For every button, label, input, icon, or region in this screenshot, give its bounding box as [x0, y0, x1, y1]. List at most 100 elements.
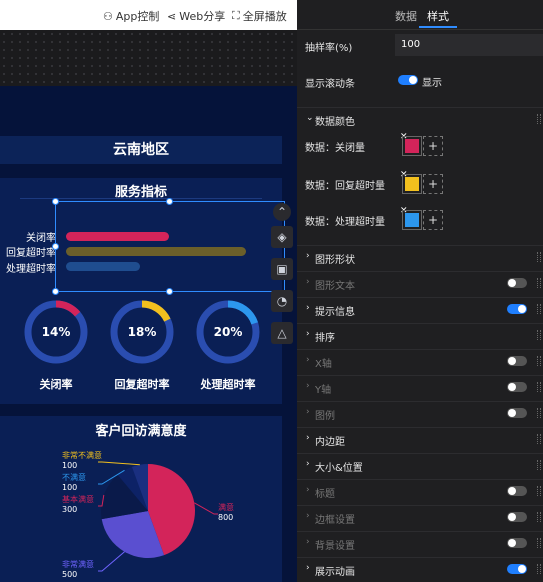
satisfaction-panel[interactable]: 客户回访满意度 满意 800 非常满意 500 基本满意 300 不满意 100 非常不满意 10… [0, 416, 282, 582]
resize-handle-t[interactable] [166, 198, 173, 205]
chevron-right-icon: › [306, 433, 310, 443]
color-swatch-close[interactable] [402, 136, 422, 156]
chevron-right-icon: › [306, 303, 310, 313]
color-row-process: 数据：处理超时量 ✕ + [297, 206, 543, 232]
section-7[interactable]: › 内边距 [297, 427, 543, 449]
section-4[interactable]: › X轴 [297, 349, 543, 371]
gauge-label-reply-timeout: 回复超时率 [114, 378, 170, 391]
collapse-up-icon[interactable]: ⌃ [273, 203, 291, 221]
gauge-tool-icon[interactable]: ◔ [271, 290, 293, 312]
section-title: 提示信息 [315, 307, 355, 318]
resize-handle-bl[interactable] [52, 288, 59, 295]
resize-handle-l[interactable] [52, 243, 59, 250]
canvas-grid-background [0, 30, 297, 86]
section-5[interactable]: › Y轴 [297, 375, 543, 397]
image-icon[interactable]: ▣ [271, 258, 293, 280]
section-title: 图形文本 [315, 281, 355, 292]
drag-handle-icon[interactable] [537, 538, 541, 548]
show-scrollbar-toggle[interactable] [398, 75, 418, 85]
satisfaction-pie-chart: 满意800非常满意500基本满意300不满意100非常不满意100 [62, 450, 234, 579]
sample-rate-label: 抽样率(%) [305, 43, 353, 54]
show-scrollbar-value: 显示 [422, 78, 442, 89]
editor-root: ⚇ App控制 ⋖ Web分享 ⛶ 全屏播放 云南地区 服务指标 关闭率 回复超… [0, 0, 543, 582]
section-2[interactable]: › 提示信息 [297, 297, 543, 319]
layers-icon[interactable]: ◈ [271, 226, 293, 248]
gauge-label-process-timeout: 处理超时率 [200, 378, 256, 391]
section-1[interactable]: › 图形文本 [297, 271, 543, 293]
section-toggle[interactable] [507, 408, 527, 418]
drag-handle-icon[interactable] [537, 304, 541, 314]
add-color-button[interactable]: + [423, 174, 443, 194]
section-10[interactable]: › 边框设置 [297, 505, 543, 527]
fullscreen-button[interactable]: ⛶ 全屏播放 [232, 8, 287, 24]
section-toggle[interactable] [507, 512, 527, 522]
gauge-arc [55, 300, 81, 317]
region-title: 云南地区 [0, 136, 282, 164]
section-title: 标题 [315, 489, 335, 500]
drag-handle-icon[interactable] [537, 330, 541, 340]
add-color-button[interactable]: + [423, 136, 443, 156]
section-toggle[interactable] [507, 356, 527, 366]
chevron-right-icon: › [306, 537, 310, 547]
drag-handle-icon[interactable] [537, 564, 541, 574]
section-title: 排序 [315, 333, 335, 344]
pie-label-value: 300 [62, 505, 77, 514]
gauge-value: 14% [42, 325, 71, 339]
sample-rate-input[interactable]: 100 [395, 34, 543, 56]
chevron-right-icon: › [306, 355, 310, 365]
section-6[interactable]: › 图例 [297, 401, 543, 423]
design-canvas[interactable]: ⚇ App控制 ⋖ Web分享 ⛶ 全屏播放 云南地区 服务指标 关闭率 回复超… [0, 0, 297, 582]
section-toggle[interactable] [507, 486, 527, 496]
web-share-button[interactable]: ⋖ Web分享 [167, 8, 225, 24]
drag-handle-icon[interactable] [537, 278, 541, 288]
pie-label-name: 满意 [218, 502, 234, 512]
chevron-right-icon: › [306, 381, 310, 391]
color-swatch-reply[interactable] [402, 174, 422, 194]
drag-handle-icon[interactable] [537, 460, 541, 470]
drag-handle-icon[interactable] [537, 382, 541, 392]
pie-label-name: 基本满意 [62, 494, 94, 504]
tab-data[interactable]: 数据 [395, 8, 417, 24]
shapes-icon[interactable]: △ [271, 322, 293, 344]
section-title: 背景设置 [315, 541, 355, 552]
drag-handle-icon[interactable] [537, 512, 541, 522]
section-title: 展示动画 [315, 567, 355, 578]
drag-handle-icon[interactable] [537, 408, 541, 418]
chevron-right-icon: › [306, 277, 310, 287]
fullscreen-icon: ⛶ [232, 9, 240, 22]
chevron-right-icon: › [306, 563, 310, 573]
pie-leader-line [194, 502, 218, 515]
drag-handle-icon[interactable] [537, 252, 541, 262]
section-title: 图例 [315, 411, 335, 422]
section-toggle[interactable] [507, 564, 527, 574]
gauge-arc [141, 300, 171, 322]
color-swatch-process[interactable] [402, 210, 422, 230]
drag-handle-icon[interactable] [537, 114, 541, 124]
add-color-button[interactable]: + [423, 210, 443, 230]
section-12[interactable]: › 展示动画 [297, 557, 543, 579]
section-toggle[interactable] [507, 278, 527, 288]
drag-handle-icon[interactable] [537, 486, 541, 496]
section-8[interactable]: › 大小&位置 [297, 453, 543, 475]
tab-style[interactable]: 样式 [427, 8, 449, 24]
section-data-colors[interactable]: ⌄ 数据颜色 [297, 107, 543, 129]
gauge-group: 14% 18% 20% [24, 300, 260, 364]
app-control-button[interactable]: ⚇ App控制 [103, 8, 159, 24]
pie-label-value: 500 [62, 570, 77, 579]
section-toggle[interactable] [507, 382, 527, 392]
section-toggle[interactable] [507, 538, 527, 548]
pie-label-value: 800 [218, 513, 233, 522]
resize-handle-tl[interactable] [52, 198, 59, 205]
drag-handle-icon[interactable] [537, 434, 541, 444]
section-11[interactable]: › 背景设置 [297, 531, 543, 553]
section-toggle[interactable] [507, 304, 527, 314]
section-9[interactable]: › 标题 [297, 479, 543, 501]
section-0[interactable]: › 图形形状 [297, 245, 543, 267]
selection-frame[interactable] [55, 201, 285, 292]
bar-label-close-rate: 关闭率 [26, 233, 56, 244]
pie-label-name: 非常满意 [62, 559, 94, 569]
section-3[interactable]: › 排序 [297, 323, 543, 345]
resize-handle-b[interactable] [166, 288, 173, 295]
drag-handle-icon[interactable] [537, 356, 541, 366]
gauge-value: 20% [214, 325, 243, 339]
